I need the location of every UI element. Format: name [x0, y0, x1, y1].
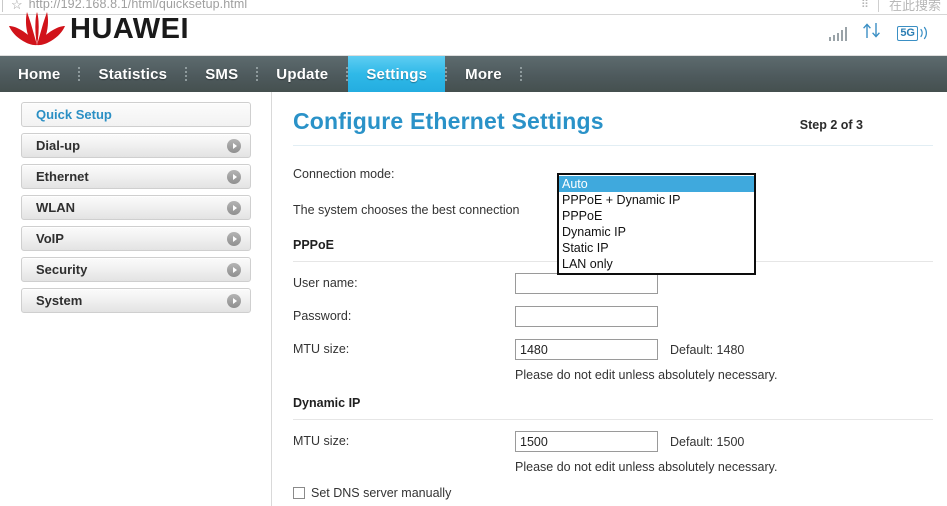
- nav-item-update[interactable]: Update: [258, 56, 346, 92]
- chevron-right-icon: [227, 201, 241, 215]
- chevron-right-icon: [227, 294, 241, 308]
- sidebar-item-wlan[interactable]: WLAN: [21, 195, 251, 220]
- toolbar-divider: [878, 0, 879, 12]
- dropdown-option-static-ip[interactable]: Static IP: [559, 240, 754, 256]
- page-body: Quick Setup Dial-up Ethernet WLAN VoIP S…: [0, 92, 947, 506]
- mtu-size-label: MTU size:: [293, 339, 515, 356]
- sidebar-item-label: System: [36, 293, 82, 308]
- connection-mode-label: Connection mode:: [293, 164, 515, 181]
- sidebar-item-system[interactable]: System: [21, 288, 251, 313]
- sidebar-item-quick-setup[interactable]: Quick Setup: [21, 102, 251, 127]
- settings-content: Configure Ethernet Settings Step 2 of 3 …: [273, 92, 947, 506]
- sidebar-item-label: Ethernet: [36, 169, 89, 184]
- nav-item-sms[interactable]: SMS: [187, 56, 256, 92]
- nav-divider: [346, 67, 348, 81]
- chevron-right-icon: [227, 263, 241, 277]
- mtu-size-label: MTU size:: [293, 431, 515, 448]
- chevron-right-icon: [227, 139, 241, 153]
- pppoe-password-row: Password:: [293, 306, 933, 327]
- pppoe-mtu-note: Please do not edit unless absolutely nec…: [515, 368, 933, 382]
- status-icon-group: 5G: [829, 18, 933, 48]
- nav-item-statistics[interactable]: Statistics: [80, 56, 185, 92]
- nav-divider: [185, 67, 187, 81]
- page-header: HUAWEI 5G: [0, 15, 947, 56]
- dynamic-mtu-row: MTU size: Default: 1500: [293, 431, 933, 452]
- content-header: Configure Ethernet Settings Step 2 of 3: [293, 108, 933, 146]
- pppoe-mtu-default: Default: 1480: [670, 343, 744, 357]
- sidebar-item-ethernet[interactable]: Ethernet: [21, 164, 251, 189]
- dns-manual-label: Set DNS server manually: [311, 486, 451, 500]
- pppoe-mtu-input[interactable]: [515, 339, 658, 360]
- browser-search-label[interactable]: 在此搜索: [889, 0, 941, 14]
- chevron-right-icon: [227, 232, 241, 246]
- settings-sidebar: Quick Setup Dial-up Ethernet WLAN VoIP S…: [0, 92, 272, 506]
- sidebar-item-dial-up[interactable]: Dial-up: [21, 133, 251, 158]
- sidebar-item-label: Dial-up: [36, 138, 80, 153]
- dropdown-option-dynamic-ip[interactable]: Dynamic IP: [559, 224, 754, 240]
- sidebar-item-label: VoIP: [36, 231, 64, 246]
- dns-manual-checkbox[interactable]: [293, 487, 305, 499]
- username-input[interactable]: [515, 273, 658, 294]
- section-divider: [293, 419, 933, 420]
- nav-divider: [78, 67, 80, 81]
- sidebar-item-label: WLAN: [36, 200, 75, 215]
- nav-divider: [520, 67, 522, 81]
- 5g-wifi-icon: 5G: [897, 25, 933, 41]
- pppoe-username-row: User name:: [293, 273, 933, 294]
- sidebar-item-security[interactable]: Security: [21, 257, 251, 282]
- dropdown-option-pppoe[interactable]: PPPoE: [559, 208, 754, 224]
- sidebar-item-label: Quick Setup: [36, 107, 112, 122]
- nav-divider: [256, 67, 258, 81]
- username-label: User name:: [293, 273, 515, 290]
- dropdown-option-lan-only[interactable]: LAN only: [559, 256, 754, 272]
- page-title: Configure Ethernet Settings: [293, 108, 604, 135]
- nav-item-home[interactable]: Home: [0, 56, 78, 92]
- step-indicator: Step 2 of 3: [800, 118, 863, 132]
- network-type-label: 5G: [897, 26, 918, 41]
- sidebar-item-voip[interactable]: VoIP: [21, 226, 251, 251]
- pppoe-mtu-row: MTU size: Default: 1480: [293, 339, 933, 360]
- password-input[interactable]: [515, 306, 658, 327]
- dropdown-option-pppoe-dynamic-ip[interactable]: PPPoE + Dynamic IP: [559, 192, 754, 208]
- connection-mode-hint: The system chooses the best connection: [293, 203, 520, 217]
- dynamic-ip-section-title: Dynamic IP: [293, 396, 933, 410]
- dns-manual-row[interactable]: Set DNS server manually: [293, 486, 933, 500]
- browser-toolbar-right: ⠿ 在此搜索: [861, 0, 941, 15]
- huawei-flower-icon: [8, 12, 66, 46]
- dynamic-mtu-note: Please do not edit unless absolutely nec…: [515, 460, 933, 474]
- brand-logo: HUAWEI: [8, 9, 189, 49]
- up-down-arrows-icon: [861, 21, 883, 45]
- dropdown-option-auto[interactable]: Auto: [559, 176, 754, 192]
- password-label: Password:: [293, 306, 515, 323]
- connection-mode-dropdown[interactable]: Auto PPPoE + Dynamic IP PPPoE Dynamic IP…: [557, 173, 756, 275]
- dynamic-mtu-input[interactable]: [515, 431, 658, 452]
- address-bar-divider: [2, 0, 3, 12]
- signal-bars-icon: [829, 26, 848, 41]
- nav-item-settings[interactable]: Settings: [348, 56, 445, 92]
- brand-name: HUAWEI: [70, 14, 189, 44]
- nav-item-more[interactable]: More: [447, 56, 520, 92]
- grid-icon[interactable]: ⠿: [861, 0, 868, 11]
- main-navigation: Home Statistics SMS Update Settings More: [0, 56, 947, 92]
- sidebar-item-label: Security: [36, 262, 87, 277]
- router-admin-page: ☆ http://192.168.8.1/html/quicksetup.htm…: [0, 0, 947, 506]
- chevron-right-icon: [227, 170, 241, 184]
- nav-divider: [445, 67, 447, 81]
- dynamic-mtu-default: Default: 1500: [670, 435, 744, 449]
